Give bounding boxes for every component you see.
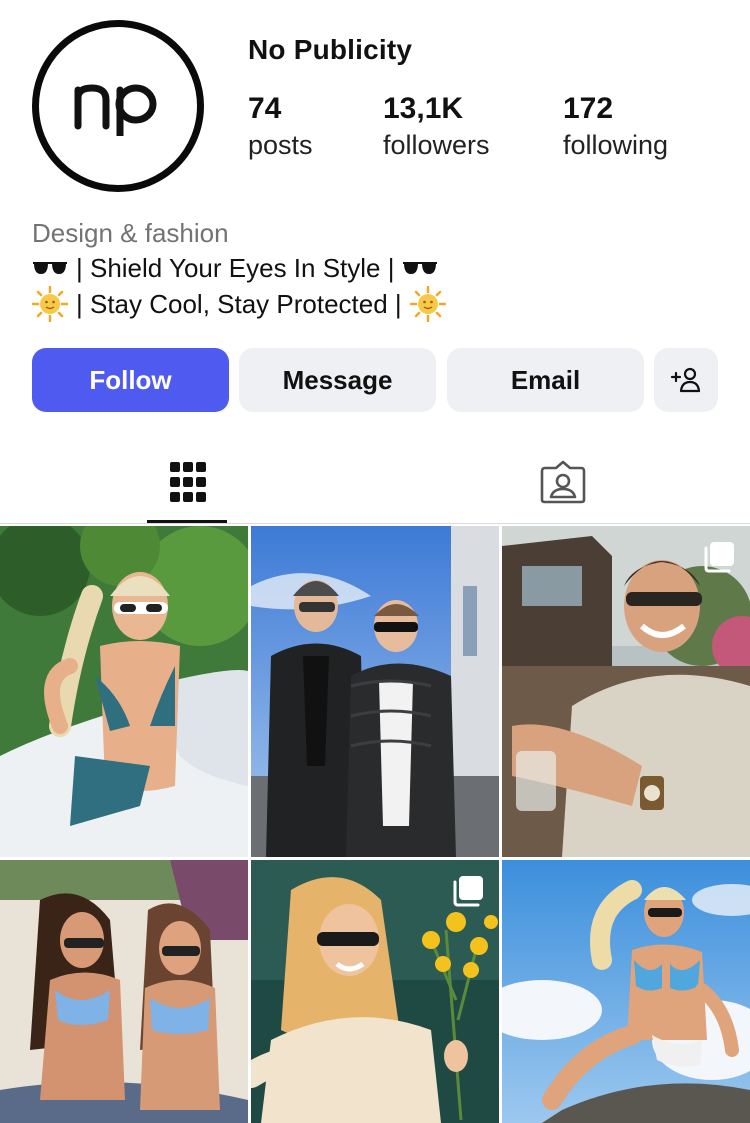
profile-category: Design & fashion [32,218,229,248]
sun-emoji-icon [409,286,446,322]
post-thumbnail-2[interactable] [251,526,499,857]
tab-tagged[interactable] [375,440,750,524]
multiple-photos-icon [453,876,483,907]
stat-followers[interactable]: 13,1K followers [383,92,490,162]
stat-following-count: 172 [563,92,614,125]
profile-bio: Design & fashion | Shield Your Eyes In S… [32,216,722,322]
email-button[interactable]: Email [447,348,644,412]
post-thumbnail-6[interactable] [502,860,750,1123]
profile-tabs [0,440,750,524]
post-image [0,860,248,1123]
post-thumbnail-4[interactable] [0,860,248,1123]
stat-followers-label: followers [383,130,490,160]
follow-button[interactable]: Follow [32,348,229,412]
sunglasses-emoji-icon [33,262,67,274]
posts-grid [0,526,750,1123]
np-logo-icon [74,84,157,136]
active-tab-indicator [147,520,227,523]
sun-emoji-icon [32,286,68,322]
tab-posts-grid[interactable] [0,440,375,524]
profile-username: No Publicity [248,34,413,65]
post-image [502,860,750,1123]
bio-line-1-text: | Shield Your Eyes In Style | [76,253,395,283]
profile-avatar[interactable] [32,20,204,192]
post-image [0,526,248,857]
post-thumbnail-3[interactable] [502,526,750,857]
sunglasses-emoji-icon [403,262,438,274]
bio-line-1: | Shield Your Eyes In Style | [32,250,722,286]
multiple-photos-icon [704,542,734,573]
grid-icon [169,462,206,502]
post-thumbnail-5[interactable] [251,860,499,1123]
post-image [251,526,499,857]
stat-posts-label: posts [248,130,313,160]
stat-following-label: following [563,130,669,160]
bio-line-2: | Stay Cool, Stay Protected | [32,286,722,322]
add-user-button[interactable] [654,348,718,412]
post-thumbnail-1[interactable] [0,526,248,857]
stat-posts-count: 74 [248,92,282,125]
add-user-icon [670,367,701,393]
bio-line-2-text: | Stay Cool, Stay Protected | [76,289,402,319]
tagged-person-icon [540,460,585,504]
stat-followers-count: 13,1K [383,92,464,125]
message-button[interactable]: Message [239,348,436,412]
profile-page: No Publicity 74 posts 13,1K followers 17… [0,0,750,1123]
stat-posts[interactable]: 74 posts [248,92,313,162]
post-image [502,526,750,857]
stat-following[interactable]: 172 following [563,92,668,162]
